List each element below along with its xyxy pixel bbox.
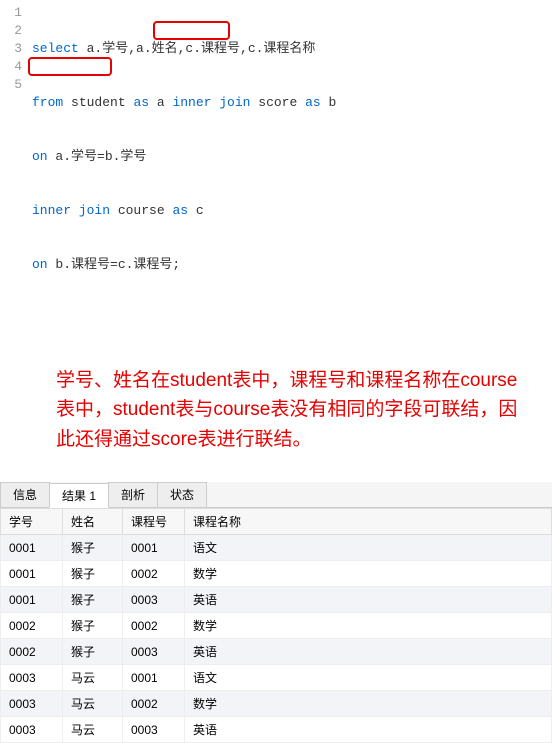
table-row[interactable]: 0002 猴子 0002 数学 — [1, 613, 552, 639]
line-number: 1 — [0, 4, 22, 22]
tab-result-1[interactable]: 结果 1 — [49, 483, 109, 508]
cell[interactable]: 0002 — [1, 613, 63, 639]
code-line[interactable]: on a.学号=b.学号 — [32, 148, 552, 166]
sql-editor[interactable]: 1 2 3 4 5 select a.学号,a.姓名,c.课程号,c.课程名称 … — [0, 0, 552, 350]
cell[interactable]: 0003 — [1, 665, 63, 691]
cell[interactable]: 马云 — [63, 717, 123, 743]
table-row[interactable]: 0003 马云 0003 英语 — [1, 717, 552, 743]
result-table[interactable]: 学号 姓名 课程号 课程名称 0001 猴子 0001 语文 0001 猴子 0… — [0, 508, 552, 743]
cell[interactable]: 0003 — [123, 717, 185, 743]
cell[interactable]: 数学 — [185, 561, 552, 587]
cell[interactable]: 猴子 — [63, 561, 123, 587]
cell[interactable]: 0003 — [123, 639, 185, 665]
cell[interactable]: 英语 — [185, 639, 552, 665]
table-row[interactable]: 0001 猴子 0003 英语 — [1, 587, 552, 613]
line-number: 3 — [0, 40, 22, 58]
cell[interactable]: 0002 — [123, 613, 185, 639]
cell[interactable]: 马云 — [63, 665, 123, 691]
cell[interactable]: 猴子 — [63, 587, 123, 613]
cell[interactable]: 数学 — [185, 613, 552, 639]
cell[interactable]: 语文 — [185, 665, 552, 691]
code-line[interactable]: on b.课程号=c.课程号; — [32, 256, 552, 274]
table-row[interactable]: 0001 猴子 0001 语文 — [1, 535, 552, 561]
column-header[interactable]: 课程号 — [123, 509, 185, 535]
cell[interactable]: 数学 — [185, 691, 552, 717]
table-row[interactable]: 0001 猴子 0002 数学 — [1, 561, 552, 587]
cell[interactable]: 0003 — [1, 717, 63, 743]
cell[interactable]: 英语 — [185, 587, 552, 613]
result-tabs: 信息 结果 1 剖析 状态 — [0, 482, 552, 508]
cell[interactable]: 0001 — [1, 561, 63, 587]
cell[interactable]: 英语 — [185, 717, 552, 743]
cell[interactable]: 0002 — [123, 561, 185, 587]
column-header[interactable]: 课程名称 — [185, 509, 552, 535]
column-header[interactable]: 姓名 — [63, 509, 123, 535]
code-line[interactable]: inner join course as c — [32, 202, 552, 220]
cell[interactable]: 0001 — [123, 665, 185, 691]
code-line[interactable]: select a.学号,a.姓名,c.课程号,c.课程名称 — [32, 40, 552, 58]
column-header[interactable]: 学号 — [1, 509, 63, 535]
cell[interactable]: 猴子 — [63, 535, 123, 561]
cell[interactable]: 0003 — [1, 691, 63, 717]
code-area[interactable]: select a.学号,a.姓名,c.课程号,c.课程名称 from stude… — [32, 4, 552, 346]
table-row[interactable]: 0002 猴子 0003 英语 — [1, 639, 552, 665]
line-gutter: 1 2 3 4 5 — [0, 4, 32, 346]
line-number: 4 — [0, 58, 22, 76]
cell[interactable]: 猴子 — [63, 639, 123, 665]
table-header-row: 学号 姓名 课程号 课程名称 — [1, 509, 552, 535]
cell[interactable]: 0001 — [1, 535, 63, 561]
cell[interactable]: 0001 — [1, 587, 63, 613]
highlight-box — [28, 57, 112, 76]
cell[interactable]: 0002 — [123, 691, 185, 717]
table-body: 0001 猴子 0001 语文 0001 猴子 0002 数学 0001 猴子 … — [1, 535, 552, 743]
cell[interactable]: 语文 — [185, 535, 552, 561]
tab-info[interactable]: 信息 — [0, 482, 50, 507]
cell[interactable]: 0001 — [123, 535, 185, 561]
table-row[interactable]: 0003 马云 0002 数学 — [1, 691, 552, 717]
line-number: 2 — [0, 22, 22, 40]
cell[interactable]: 猴子 — [63, 613, 123, 639]
tab-profile[interactable]: 剖析 — [108, 482, 158, 507]
code-line[interactable]: from student as a inner join score as b — [32, 94, 552, 112]
cell[interactable]: 0003 — [123, 587, 185, 613]
cell[interactable]: 0002 — [1, 639, 63, 665]
table-row[interactable]: 0003 马云 0001 语文 — [1, 665, 552, 691]
highlight-box — [153, 21, 230, 40]
cell[interactable]: 马云 — [63, 691, 123, 717]
line-number: 5 — [0, 76, 22, 94]
annotation-text: 学号、姓名在student表中，课程号和课程名称在course表中，studen… — [0, 350, 552, 470]
tab-status[interactable]: 状态 — [157, 482, 207, 507]
